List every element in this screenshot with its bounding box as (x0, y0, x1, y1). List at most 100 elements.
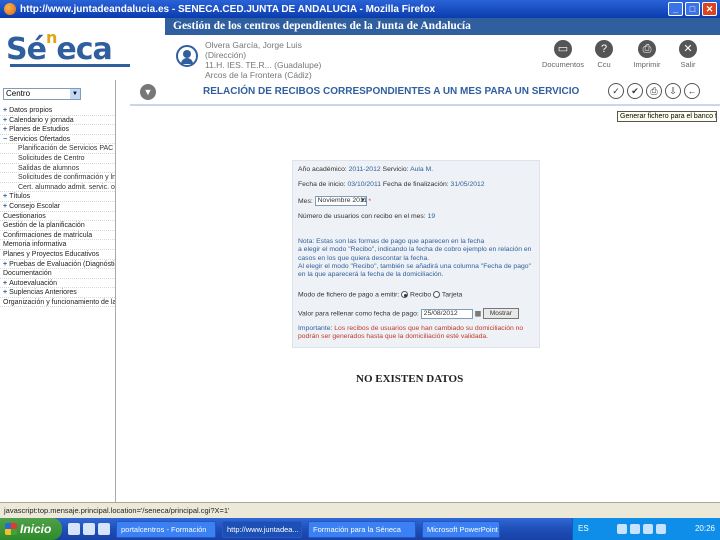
expand-icon[interactable]: + (3, 261, 7, 268)
chevron-down-icon[interactable]: ▼ (70, 89, 80, 99)
user-info-line: 11.H. IES. TE.R... (Guadalupe) (205, 60, 322, 70)
sidebar-item[interactable]: + Datos propios (0, 106, 115, 116)
tray-icons (617, 518, 667, 540)
sidebar-item-label: Cuestionarios (3, 212, 46, 220)
content-header: ▼ RELACIÓN DE RECIBOS CORRESPONDIENTES A… (130, 80, 720, 104)
sidebar-item-label: Gestión de la planificación (3, 222, 85, 230)
sidebar-item[interactable]: Salidas de alumnos (0, 164, 115, 174)
quick-launch-icon[interactable] (68, 523, 80, 535)
maximize-button[interactable]: □ (685, 2, 700, 16)
collapse-icon[interactable]: − (3, 136, 7, 143)
expand-icon[interactable]: + (3, 117, 7, 124)
service-label: Servicio: (382, 166, 409, 173)
sidebar-item[interactable]: Memoria informativa (0, 240, 115, 250)
sidebar-item[interactable]: + Títulos (0, 192, 115, 202)
sidebar-item[interactable]: Confirmaciones de matrícula (0, 231, 115, 241)
end-value: 31/05/2012 (450, 181, 485, 188)
sidebar-item[interactable]: + Calendario y jornada (0, 116, 115, 126)
tooltip: Generar fichero para el banco fichero (617, 111, 717, 122)
expand-icon[interactable]: + (3, 126, 7, 133)
taskbar: Inicio portalcentros - Formación http://… (0, 518, 720, 540)
user-info-line: Olvera García, Jorge Luis (205, 40, 302, 50)
tray-icon[interactable] (656, 524, 667, 534)
sidebar-item[interactable]: Organización y funcionamiento de la (0, 298, 115, 308)
back-arrow-icon[interactable]: ← (684, 83, 700, 99)
important-note: Importante: Los recibos de usuarios que … (298, 325, 536, 342)
sidebar-item[interactable]: Solicitudes de confirmación y lne (0, 173, 115, 183)
print-icon[interactable]: ⎙ (646, 83, 662, 99)
note-line: casos en los que quiera descontar la fec… (298, 254, 430, 262)
sidebar-item-label: Planificación de Servicios PAC (18, 145, 114, 153)
exit-button[interactable]: ✕ Salir (663, 40, 713, 69)
sidebar: Centro ▼ + Datos propios + Calendario y jor… (0, 80, 116, 502)
minimize-button[interactable]: _ (668, 2, 683, 16)
sidebar-item[interactable]: + Pruebas de Evaluación (Diagnóstico) (0, 260, 115, 270)
close-button[interactable]: ✕ (702, 2, 717, 16)
quick-launch-icon[interactable] (98, 523, 110, 535)
export-icon[interactable]: ⇩ (665, 83, 681, 99)
clock: 20:26 (694, 524, 715, 533)
radio-tarjeta[interactable] (433, 291, 441, 298)
date-input[interactable]: 25/08/2012 (420, 308, 473, 319)
sidebar-item[interactable]: + Suplencias Anteriores (0, 288, 115, 298)
sidebar-item[interactable]: − Servicios Ofertados (0, 135, 115, 145)
sidebar-item-label: Solicitudes de confirmación y lne (18, 174, 115, 182)
window-title: http://www.juntadeandalucia.es - SENECA.… (20, 3, 436, 15)
sidebar-menu: + Datos propios + Calendario y jornada + Plan… (0, 106, 115, 308)
radio-recibo[interactable] (401, 291, 409, 298)
tray-icon[interactable] (630, 524, 641, 534)
validate-icon[interactable]: ✔ (627, 83, 643, 99)
user-avatar-icon (176, 45, 198, 67)
start-button[interactable]: Inicio (0, 518, 62, 540)
sidebar-item-label: Confirmaciones de matrícula (3, 231, 93, 239)
documents-icon: ▭ (554, 40, 572, 58)
tray-icon[interactable] (643, 524, 654, 534)
taskbar-item[interactable]: portalcentros - Formación (116, 520, 216, 538)
sidebar-item[interactable]: Solicitudes de Centro (0, 154, 115, 164)
taskbar-item[interactable]: Microsoft PowerPoint - (422, 520, 500, 538)
payment-row: Modo de fichero de pago a emitir: Recibo… (298, 291, 462, 298)
calendar-icon[interactable]: ▦ (475, 310, 481, 317)
logo-part-1: Sé (6, 32, 47, 67)
sidebar-item-label: Títulos (9, 193, 31, 201)
sidebar-item[interactable]: Documentación (0, 269, 115, 279)
sidebar-item[interactable]: Gestión de la planificación (0, 221, 115, 231)
dates-row: Fecha de inicio: 03/10/2011 Fecha de fin… (298, 181, 485, 188)
page-title: RELACIÓN DE RECIBOS CORRESPONDIENTES A U… (203, 86, 580, 97)
start-label: Fecha de inicio: (298, 181, 346, 188)
accept-icon[interactable]: ✓ (608, 83, 624, 99)
sidebar-item[interactable]: + Planes de Estudios (0, 125, 115, 135)
language-indicator[interactable]: ES (578, 518, 589, 540)
show-button[interactable]: Mostrar (482, 308, 519, 319)
collapse-menu-icon[interactable]: ▼ (140, 84, 156, 100)
user-info: Olvera García, Jorge Luis (Dirección) 11… (205, 40, 321, 80)
sidebar-item-label: Cert. alumnado admit. servic. ofert (18, 183, 115, 191)
sidebar-item[interactable]: Cert. alumnado admit. servic. ofert (0, 183, 115, 193)
expand-icon[interactable]: + (3, 107, 7, 114)
quick-launch-icon[interactable] (83, 523, 95, 535)
profile-select-value: Centro (6, 89, 31, 98)
profile-select[interactable]: Centro ▼ (3, 88, 81, 100)
logo-underline (10, 64, 130, 67)
month-select[interactable]: Noviembre 2011 (314, 196, 367, 206)
sidebar-item[interactable]: Cuestionarios (0, 212, 115, 222)
expand-icon[interactable]: + (3, 280, 7, 287)
count-label: Número de usuarios con recibo en el mes: (298, 213, 426, 220)
sidebar-item[interactable]: Planificación de Servicios PAC (0, 144, 115, 154)
count-value: 19 (427, 213, 436, 220)
expand-icon[interactable]: + (3, 289, 7, 296)
print-label: Imprimir (633, 60, 661, 69)
expand-icon[interactable]: + (3, 193, 7, 200)
sidebar-item-label: Pruebas de Evaluación (Diagnóstico) (9, 260, 115, 268)
sidebar-item-label: Suplencias Anteriores (9, 289, 77, 297)
sidebar-item[interactable]: + Autoevaluación (0, 279, 115, 289)
logo-part-2: n (45, 28, 57, 47)
sidebar-item[interactable]: + Consejo Escolar (0, 202, 115, 212)
taskbar-item-active[interactable]: http://www.juntadea... (222, 520, 302, 538)
seneca-logo[interactable]: Séneca (6, 28, 113, 67)
tray-icon[interactable] (617, 524, 628, 534)
expand-icon[interactable]: + (3, 203, 7, 210)
sidebar-item[interactable]: Planes y Proyectos Educativos (0, 250, 115, 260)
action-toolbar: ✓ ✔ ⎙ ⇩ ← (608, 83, 700, 99)
taskbar-item[interactable]: Formación para la Séneca (308, 520, 416, 538)
